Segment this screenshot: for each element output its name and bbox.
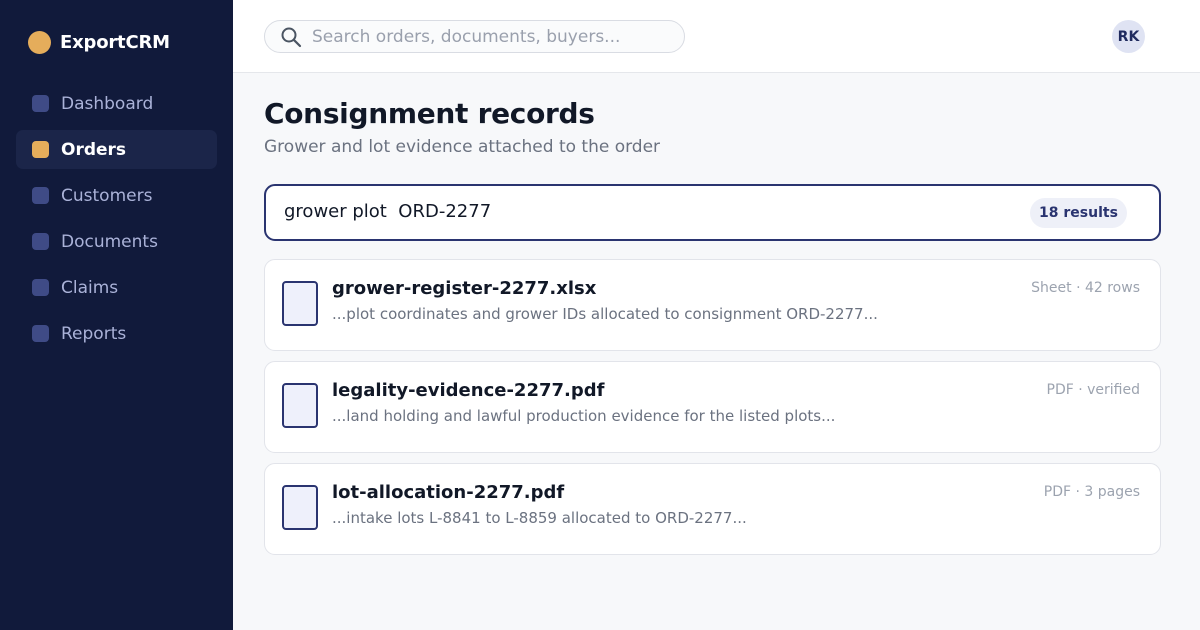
- avatar[interactable]: RK: [1112, 20, 1145, 53]
- search-query-box[interactable]: grower plot ORD-2277 18 results: [264, 184, 1161, 241]
- sidebar-item-claims[interactable]: Claims: [16, 268, 217, 307]
- orders-icon: [32, 141, 49, 158]
- sidebar-item-label: Documents: [61, 231, 158, 252]
- sidebar-item-reports[interactable]: Reports: [16, 314, 217, 353]
- result-card[interactable]: lot-allocation-2277.pdf ...intake lots L…: [264, 463, 1161, 555]
- sidebar-item-customers[interactable]: Customers: [16, 176, 217, 215]
- search-input[interactable]: [312, 26, 672, 47]
- file-meta: PDF · 3 pages: [1043, 484, 1140, 500]
- sidebar-item-label: Claims: [61, 277, 119, 298]
- sidebar-item-label: Orders: [61, 139, 127, 160]
- search-icon: [281, 27, 302, 47]
- sidebar-item-label: Reports: [61, 323, 127, 344]
- file-snippet: ...land holding and lawful production ev…: [332, 407, 836, 425]
- result-card[interactable]: grower-register-2277.xlsx ...plot coordi…: [264, 259, 1161, 351]
- search-bar[interactable]: [264, 20, 685, 53]
- documents-icon: [32, 233, 49, 250]
- brand[interactable]: ExportCRM: [28, 30, 170, 54]
- topbar: RK: [233, 0, 1200, 73]
- brand-name: ExportCRM: [60, 31, 170, 53]
- reports-icon: [32, 325, 49, 342]
- dashboard-icon: [32, 95, 49, 112]
- sidebar-item-label: Dashboard: [61, 93, 154, 114]
- page-title: Consignment records: [264, 97, 595, 130]
- sidebar-nav: Dashboard Orders Customers Documents Cla…: [16, 84, 217, 360]
- file-meta: Sheet · 42 rows: [1031, 280, 1140, 296]
- results-count-badge: 18 results: [1030, 198, 1127, 228]
- customers-icon: [32, 187, 49, 204]
- file-snippet: ...intake lots L-8841 to L-8859 allocate…: [332, 509, 747, 527]
- file-snippet: ...plot coordinates and grower IDs alloc…: [332, 305, 878, 323]
- file-icon: [282, 485, 318, 530]
- file-icon: [282, 383, 318, 428]
- file-name[interactable]: grower-register-2277.xlsx: [332, 278, 596, 299]
- page-subtitle: Grower and lot evidence attached to the …: [264, 137, 661, 157]
- file-name[interactable]: lot-allocation-2277.pdf: [332, 482, 564, 503]
- brand-logo-icon: [28, 30, 51, 54]
- sidebar-item-dashboard[interactable]: Dashboard: [16, 84, 217, 123]
- sidebar-item-orders[interactable]: Orders: [16, 130, 217, 169]
- claims-icon: [32, 279, 49, 296]
- result-card[interactable]: legality-evidence-2277.pdf ...land holdi…: [264, 361, 1161, 453]
- file-meta: PDF · verified: [1046, 382, 1141, 398]
- file-name[interactable]: legality-evidence-2277.pdf: [332, 380, 604, 401]
- sidebar-item-documents[interactable]: Documents: [16, 222, 217, 261]
- sidebar: ExportCRM Dashboard Orders Customers Doc…: [0, 0, 233, 630]
- file-icon: [282, 281, 318, 326]
- search-query-text[interactable]: grower plot ORD-2277: [284, 201, 491, 222]
- sidebar-item-label: Customers: [61, 185, 153, 206]
